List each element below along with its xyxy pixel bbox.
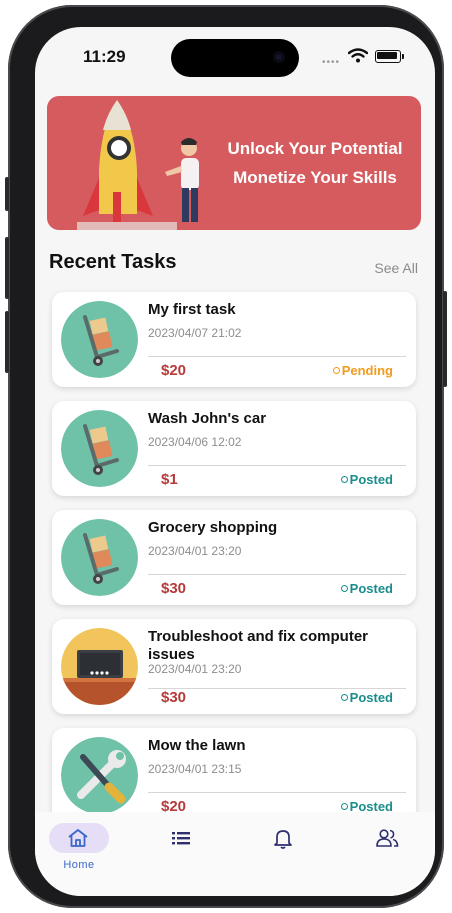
volume-up-button bbox=[5, 237, 9, 299]
home-icon bbox=[68, 829, 88, 847]
task-price: $1 bbox=[161, 471, 178, 488]
task-title: Wash John's car bbox=[148, 410, 267, 427]
banner-headline: Unlock Your Potential bbox=[227, 139, 403, 158]
task-date: 2023/04/01 23:20 bbox=[148, 544, 242, 558]
hand-truck-icon bbox=[61, 519, 138, 596]
nav-label: Home bbox=[63, 859, 95, 871]
see-all-link[interactable]: See All bbox=[374, 260, 418, 276]
bell-icon bbox=[274, 830, 292, 849]
status-badge: Posted bbox=[340, 472, 393, 487]
task-price: $20 bbox=[161, 362, 187, 379]
battery-icon bbox=[375, 50, 404, 63]
banner-subheadline: Monetize Your Skills bbox=[233, 168, 397, 187]
status-badge: Posted bbox=[340, 581, 393, 596]
task-card[interactable]: Grocery shopping 2023/04/01 23:20 $30 Po… bbox=[52, 510, 416, 605]
wifi-icon bbox=[348, 48, 368, 63]
hand-truck-icon bbox=[61, 410, 138, 487]
task-card[interactable]: My first task 2023/04/07 21:02 $20 Pendi… bbox=[52, 292, 416, 387]
promo-banner[interactable]: Unlock Your Potential Monetize Your Skil… bbox=[47, 96, 421, 230]
action-button bbox=[5, 177, 9, 211]
status-dot-icon bbox=[340, 803, 348, 810]
phone-frame: 11:29 •••• Unlock Your Potential Monetiz… bbox=[5, 5, 447, 908]
monitor-desk-icon bbox=[61, 628, 138, 705]
camera-icon bbox=[273, 51, 285, 63]
task-date: 2023/04/01 23:20 bbox=[148, 662, 242, 676]
status-badge: Posted bbox=[340, 690, 393, 705]
divider bbox=[148, 688, 406, 689]
power-button bbox=[443, 291, 447, 387]
divider bbox=[148, 574, 406, 575]
task-title: Grocery shopping bbox=[148, 519, 278, 536]
wrench-screwdriver-icon bbox=[61, 737, 138, 814]
hand-truck-icon bbox=[61, 301, 138, 378]
users-icon bbox=[376, 829, 399, 847]
list-icon bbox=[172, 832, 190, 845]
nav-notifications[interactable] bbox=[235, 812, 335, 882]
task-list: My first task 2023/04/07 21:02 $20 Pendi… bbox=[52, 292, 416, 837]
status-dot-icon bbox=[340, 694, 348, 701]
task-date: 2023/04/07 21:02 bbox=[148, 326, 242, 340]
recent-tasks-title: Recent Tasks bbox=[49, 251, 177, 273]
volume-down-button bbox=[5, 311, 9, 373]
status-dot-icon bbox=[340, 476, 348, 483]
dynamic-island bbox=[171, 39, 299, 77]
nav-people[interactable] bbox=[335, 812, 435, 882]
divider bbox=[148, 465, 406, 466]
task-card[interactable]: Troubleshoot and fix computer issues 202… bbox=[52, 619, 416, 714]
divider bbox=[148, 356, 406, 357]
task-price: $30 bbox=[161, 689, 187, 706]
task-title: Troubleshoot and fix computer issues bbox=[148, 628, 369, 663]
app-screen: 11:29 •••• Unlock Your Potential Monetiz… bbox=[35, 27, 435, 896]
nav-home[interactable]: Home bbox=[35, 812, 135, 882]
nav-tasks[interactable] bbox=[135, 812, 235, 882]
task-price: $30 bbox=[161, 580, 187, 597]
clock: 11:29 bbox=[83, 47, 126, 66]
task-title: My first task bbox=[148, 301, 236, 318]
cellular-signal-icon: •••• bbox=[322, 57, 341, 68]
divider bbox=[148, 792, 406, 793]
status-dot-icon bbox=[340, 585, 348, 592]
task-card[interactable]: Mow the lawn 2023/04/01 23:15 $20 Posted bbox=[52, 728, 416, 823]
bottom-nav: Home bbox=[35, 812, 435, 896]
task-card[interactable]: Wash John's car 2023/04/06 12:02 $1 Post… bbox=[52, 401, 416, 496]
rocket-illustration bbox=[77, 100, 199, 230]
task-date: 2023/04/01 23:15 bbox=[148, 762, 242, 776]
status-dot-icon bbox=[332, 367, 340, 374]
status-badge: Pending bbox=[332, 363, 393, 378]
task-date: 2023/04/06 12:02 bbox=[148, 435, 242, 449]
task-title: Mow the lawn bbox=[148, 737, 246, 754]
status-bar: 11:29 •••• bbox=[35, 27, 435, 85]
